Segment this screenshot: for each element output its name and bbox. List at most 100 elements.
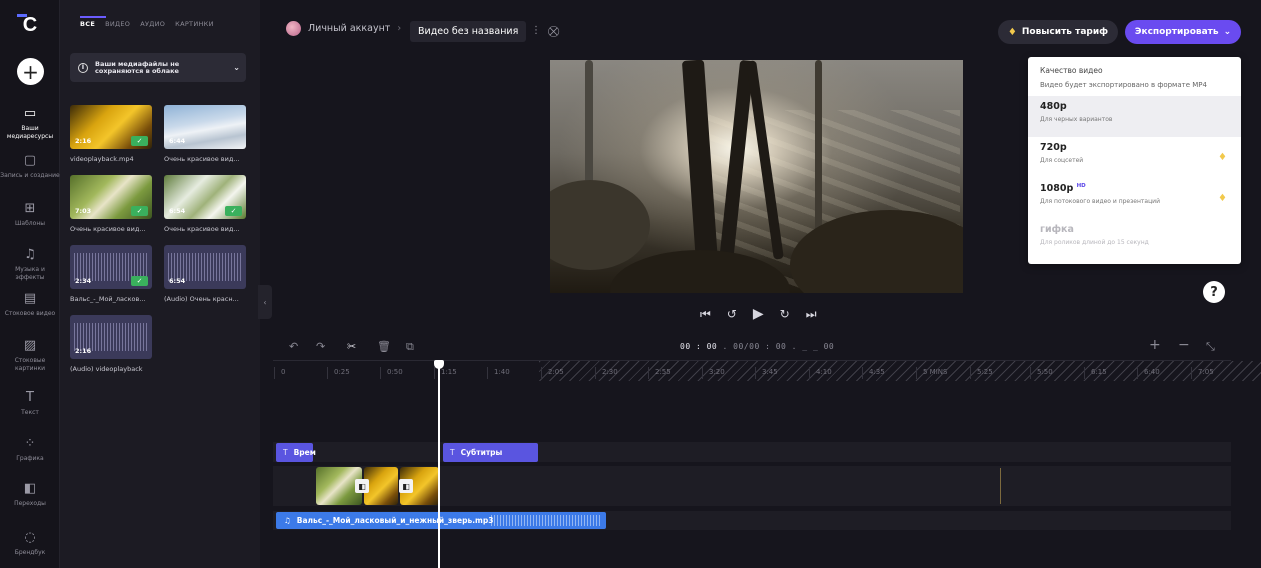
media-item[interactable]: 6:54 ✓ (164, 175, 246, 219)
undo-icon[interactable]: ↶ (289, 340, 298, 353)
zoom-in-icon[interactable]: + (1149, 337, 1161, 353)
upgrade-button[interactable]: ♦ Повысить тариф (998, 20, 1118, 44)
tab-audio[interactable]: АУДИО (140, 20, 165, 28)
media-item[interactable]: 7:03 ✓ (70, 175, 152, 219)
brand-icon: ◌ (24, 530, 36, 545)
fit-icon[interactable]: ⤡ (1206, 340, 1215, 354)
ruler-tick: 2:55 (648, 367, 671, 379)
ruler-tick: 6:15 (1084, 367, 1107, 379)
media-item-label: videoplayback.mp4 (70, 155, 134, 163)
text-clip[interactable]: T Врем (276, 443, 316, 462)
quality-option-480p[interactable]: 480p Для черных вариантов (1028, 96, 1241, 137)
ruler-tick: 6:40 (1137, 367, 1160, 379)
rail-item-label: Стоковые картинки (14, 357, 46, 372)
text-clip[interactable]: T Субтитры (443, 443, 538, 462)
text-icon: T (450, 448, 455, 457)
ruler-tick: 4:10 (809, 367, 832, 379)
rail-item-label: Графика (16, 455, 44, 462)
tab-video[interactable]: ВИДЕО (105, 20, 130, 28)
playhead[interactable] (438, 362, 440, 568)
media-item-label: Очень красивое вид... (164, 155, 240, 163)
quality-option-1080p[interactable]: 1080p HD Для потокового видео и презента… (1028, 178, 1241, 219)
rail-item-music[interactable]: ♫ Музыка и эффекты (0, 247, 60, 282)
quality-option-720p[interactable]: 720p Для соцсетей ♦ (1028, 137, 1241, 178)
transition-icon: ◧ (23, 481, 37, 496)
media-item-label: Очень красивое вид... (70, 225, 146, 233)
upgrade-label: Повысить тариф (1021, 27, 1109, 37)
add-media-button[interactable]: + (17, 58, 44, 85)
foliage (550, 180, 650, 270)
skip-forward-icon[interactable]: ⏭ (806, 307, 817, 322)
media-item[interactable]: 2:34 ✓ (70, 245, 152, 289)
skip-back-icon[interactable]: ⏮ (700, 307, 711, 322)
rail-item-graphics[interactable]: ⁘ Графика (0, 436, 60, 463)
help-button[interactable]: ? (1203, 281, 1225, 303)
rail-item-label: Запись и создание (0, 172, 60, 179)
rail-item-brand[interactable]: ◌ Брендбук (0, 530, 60, 557)
duration-label: 2:34 (75, 277, 92, 285)
clip-marker (1000, 468, 1001, 504)
rail-item-stock-images[interactable]: ▨ Стоковые картинки (0, 338, 60, 373)
transition-icon[interactable]: ◧ (355, 479, 369, 493)
text-icon: T (283, 448, 288, 457)
more-icon[interactable]: ⋮ (531, 25, 541, 36)
transition-icon[interactable]: ◧ (399, 479, 413, 493)
ruler-tick: 0 (273, 367, 286, 379)
rewind-5-icon[interactable]: ↺ (727, 307, 737, 321)
cloud-off-icon[interactable]: ⛒ (548, 25, 559, 39)
forward-5-icon[interactable]: ↻ (780, 307, 790, 321)
duration-label: 6:54 (169, 207, 186, 215)
folder-icon: ▭ (23, 106, 37, 121)
export-button[interactable]: Экспортировать ⌄ (1125, 20, 1241, 44)
rail-item-stock-video[interactable]: ▤ Стоковое видео (0, 291, 60, 318)
copy-icon[interactable]: ⧉ (406, 340, 414, 354)
audio-clip[interactable]: ♫ Вальс_-_Мой_ласковый_и_нежный_зверь.mp… (276, 512, 606, 529)
chevron-down-icon: ⌄ (233, 63, 240, 72)
rail-item-label: Стоковое видео (4, 310, 56, 317)
ruler-tick: 2:30 (595, 367, 618, 379)
duration-label: 7:03 (75, 207, 92, 215)
media-item-label: Очень красивое вид... (164, 225, 240, 233)
media-item[interactable]: 2:16 (70, 315, 152, 359)
option-description: Для соцсетей (1040, 157, 1084, 164)
video-preview[interactable] (550, 60, 963, 293)
duration-label: 6:44 (169, 137, 186, 145)
timeline-ruler[interactable]: 0 0:25 0:50 1:15 1:40 2:05 2:30 2:55 3:2… (273, 360, 1261, 381)
media-item[interactable]: 6:44 (164, 105, 246, 149)
breadcrumb: Личный аккаунт › (286, 21, 401, 36)
video-clip[interactable] (364, 467, 398, 505)
rail-item-text[interactable]: T Текст (0, 390, 60, 417)
tab-all[interactable]: ВСЕ (80, 16, 107, 28)
play-icon[interactable]: ▶ (753, 306, 764, 322)
app-logo[interactable]: C (15, 12, 45, 38)
rail-item-media[interactable]: ▭ Ваши медиаресурсы (0, 106, 60, 141)
rail-item-transitions[interactable]: ◧ Переходы (0, 481, 60, 508)
option-description: Для черных вариантов (1040, 116, 1113, 123)
redo-icon[interactable]: ↷ (316, 340, 325, 353)
text-track (273, 442, 1231, 462)
ruler-tick: 3:45 (755, 367, 778, 379)
rail-item-templates[interactable]: ⊞ Шаблоны (0, 201, 60, 228)
project-title[interactable]: Видео без названия (410, 21, 527, 42)
account-link[interactable]: Личный аккаунт (308, 23, 390, 34)
trash-icon[interactable]: 🗑 (377, 340, 391, 353)
collapse-panel-button[interactable]: ‹ (258, 285, 272, 319)
diamond-icon: ♦ (1218, 193, 1227, 204)
rail-item-record[interactable]: ▢ Запись и создание (0, 153, 60, 180)
chevron-right-icon: › (397, 23, 402, 34)
ruler-tick: 5 MINS (915, 367, 948, 379)
zoom-out-icon[interactable]: − (1178, 337, 1190, 353)
scissors-icon[interactable]: ✂ (347, 340, 356, 353)
left-rail: C + ▭ Ваши медиаресурсы ▢ Запись и созда… (0, 0, 60, 568)
media-item[interactable]: 6:54 (164, 245, 246, 289)
cloud-notice[interactable]: i Ваши медиафайлы не сохраняются в облак… (70, 53, 246, 82)
diamond-icon: ♦ (1218, 152, 1227, 163)
ruler-tick: 1:15 (434, 367, 457, 379)
tab-images[interactable]: КАРТИНКИ (175, 20, 214, 28)
ruler-tick: 0:25 (327, 367, 350, 379)
player-controls: ⏮ ↺ ▶ ↻ ⏭ (700, 306, 817, 322)
check-icon: ✓ (131, 276, 148, 286)
diamond-icon: ♦ (1007, 26, 1017, 38)
media-item[interactable]: 2:16 ✓ (70, 105, 152, 149)
media-panel: ВСЕ ВИДЕО АУДИО КАРТИНКИ i Ваши медиафай… (60, 0, 260, 568)
